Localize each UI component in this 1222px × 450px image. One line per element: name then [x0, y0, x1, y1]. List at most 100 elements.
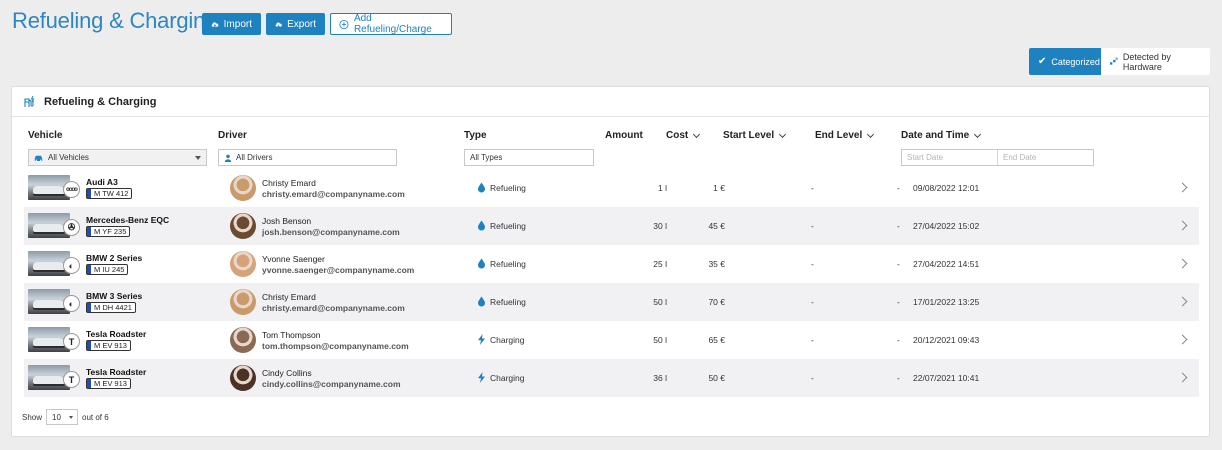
license-plate: M EV 913 [86, 378, 131, 389]
start-level-value: - [811, 335, 814, 345]
driver-name: Yvonne Saenger [262, 254, 325, 264]
tesla-t-icon: T [63, 333, 80, 350]
export-label: Export [287, 18, 316, 30]
drop-icon [478, 182, 485, 193]
end-level-value: - [897, 183, 900, 193]
table-row[interactable]: T Tesla Roadster M EV 913 Tom Thompson t… [24, 321, 1199, 359]
driver-name: Tom Thompson [262, 330, 321, 340]
dropdown-arrow-icon [195, 155, 201, 160]
start-date-input[interactable]: Start Date [902, 150, 997, 165]
col-amount: Amount [605, 130, 643, 141]
driver-filter-value: All Drivers [236, 153, 273, 162]
vehicle-name: BMW 3 Series [86, 291, 143, 301]
import-label: Import [223, 18, 252, 30]
import-button[interactable]: Import [202, 13, 261, 35]
chevron-down-icon [974, 130, 982, 138]
end-date-input[interactable]: End Date [997, 150, 1093, 165]
tesla-t-icon: T [63, 371, 80, 388]
vehicle-name: Mercedes-Benz EQC [86, 215, 170, 225]
license-plate: M IU 245 [86, 264, 129, 275]
license-plate: M EV 913 [86, 340, 131, 351]
type-label: Refueling [490, 183, 526, 193]
vehicle-name: BMW 2 Series [86, 253, 143, 263]
table-row[interactable]: ◐ BMW 2 Series M IU 245 Yvonne Saenger y… [24, 245, 1199, 283]
page-size-value: 10 [52, 412, 61, 422]
vehicle-name: Tesla Roadster [86, 329, 147, 339]
check-icon: ✔ [1038, 56, 1047, 67]
chevron-right-icon[interactable] [1177, 334, 1188, 345]
bolt-icon [478, 372, 485, 383]
table-body: oooo Audi A3 M TW 412 Christy Emard chri… [24, 169, 1199, 397]
chevron-right-icon[interactable] [1177, 182, 1188, 193]
vehicle-name: Tesla Roadster [86, 367, 147, 377]
chevron-right-icon[interactable] [1177, 296, 1188, 307]
col-date-sort[interactable]: Date and Time [901, 130, 982, 141]
show-label: Show [22, 412, 43, 422]
chevron-down-icon [693, 130, 701, 138]
add-refueling-button[interactable]: Add Refueling/Charge [330, 13, 452, 35]
fuel-charge-icon [24, 95, 35, 107]
type-label: Charging [490, 373, 525, 383]
dropdown-arrow-icon [69, 415, 74, 419]
card-title: Refueling & Charging [44, 95, 157, 108]
amount-value: 50 l [653, 297, 667, 307]
cost-value: 70 € [708, 297, 725, 307]
cost-value: 45 € [708, 221, 725, 231]
col-vehicle: Vehicle [28, 130, 63, 141]
drop-icon [478, 258, 485, 269]
table-row[interactable]: ◐ BMW 3 Series M DH 4421 Christy Emard c… [24, 283, 1199, 321]
type-filter-input[interactable]: All Types [464, 149, 594, 166]
vehicle-filter-select[interactable]: All Vehicles [28, 149, 207, 166]
total-label: out of 6 [82, 412, 109, 422]
table-row[interactable]: ✇ Mercedes-Benz EQC M YF 235 Josh Benson… [24, 207, 1199, 245]
driver-name: Cindy Collins [262, 368, 312, 378]
date-value: 27/04/2022 15:02 [913, 221, 980, 231]
type-label: Refueling [490, 221, 526, 231]
date-range-filter: Start Date End Date [901, 149, 1094, 166]
chevron-right-icon[interactable] [1177, 258, 1188, 269]
start-level-value: - [811, 373, 814, 383]
col-driver: Driver [218, 130, 247, 141]
col-cost-sort[interactable]: Cost [666, 130, 701, 141]
plus-circle-icon [339, 19, 349, 29]
date-value: 17/01/2022 13:25 [913, 297, 980, 307]
page-size-select[interactable]: 10 [46, 409, 79, 425]
categorized-toggle[interactable]: ✔ Categorized [1029, 48, 1101, 75]
chevron-right-icon[interactable] [1177, 372, 1188, 383]
cost-value: 1 € [713, 183, 725, 193]
date-value: 22/07/2021 10:41 [913, 373, 980, 383]
signal-icon [1110, 57, 1118, 65]
driver-email: cindy.collins@companyname.com [262, 379, 401, 389]
hardware-toggle[interactable]: Detected by Hardware [1101, 48, 1210, 75]
col-type: Type [464, 130, 487, 141]
driver-filter-input[interactable]: All Drivers [218, 149, 397, 166]
col-start-level-sort[interactable]: Start Level [723, 130, 787, 141]
table-row[interactable]: oooo Audi A3 M TW 412 Christy Emard chri… [24, 169, 1199, 207]
cost-value: 65 € [708, 335, 725, 345]
table-row[interactable]: T Tesla Roadster M EV 913 Cindy Collins … [24, 359, 1199, 397]
driver-avatar [230, 365, 256, 391]
card-header: Refueling & Charging [12, 87, 1209, 117]
end-level-value: - [897, 259, 900, 269]
driver-email: christy.emard@companyname.com [262, 303, 405, 313]
driver-email: christy.emard@companyname.com [262, 189, 405, 199]
driver-name: Josh Benson [262, 216, 312, 226]
chevron-down-icon [779, 130, 787, 138]
end-level-value: - [897, 373, 900, 383]
cost-value: 50 € [708, 373, 725, 383]
amount-value: 36 l [653, 373, 667, 383]
categorized-label: Categorized [1051, 56, 1100, 67]
drop-icon [478, 296, 485, 307]
date-value: 27/04/2022 14:51 [913, 259, 980, 269]
start-level-value: - [811, 221, 814, 231]
chevron-right-icon[interactable] [1177, 220, 1188, 231]
license-plate: M DH 4421 [86, 302, 136, 313]
date-value: 09/08/2022 12:01 [913, 183, 980, 193]
export-button[interactable]: Export [266, 13, 325, 35]
end-level-value: - [897, 297, 900, 307]
user-icon [224, 154, 232, 162]
col-end-level-sort[interactable]: End Level [815, 130, 875, 141]
bmw-roundel-icon: ◐ [63, 295, 80, 312]
driver-avatar [230, 175, 256, 201]
pagination: Show 10 out of 6 [22, 409, 109, 425]
